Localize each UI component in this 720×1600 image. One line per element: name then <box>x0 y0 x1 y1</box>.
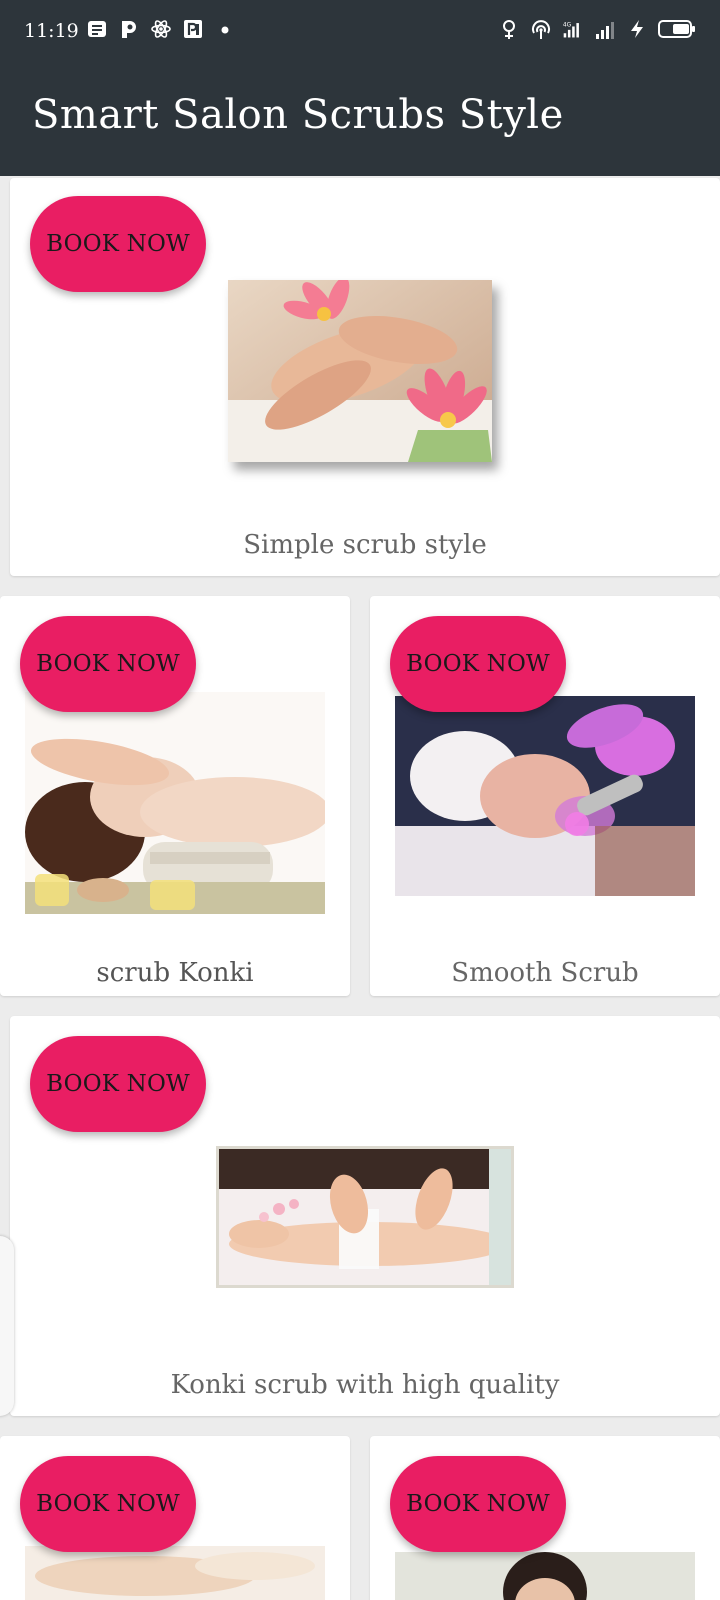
dot-icon <box>221 26 229 34</box>
card-title: Simple scrub style <box>243 530 487 560</box>
service-card[interactable]: BOOK NOW Konki scrub with high quality <box>10 1016 720 1416</box>
charging-icon <box>631 20 643 38</box>
facial-light-therapy-image <box>395 696 695 896</box>
service-card[interactable]: BOOK NOW scrub Konki <box>0 596 350 996</box>
battery-icon <box>658 20 695 38</box>
back-scrub-image <box>25 1546 325 1600</box>
react-icon <box>151 20 171 38</box>
app-bar: Smart Salon Scrubs Style <box>0 64 720 176</box>
book-now-button[interactable]: BOOK NOW <box>30 196 206 292</box>
service-card[interactable]: BOOK NOW <box>10 178 720 576</box>
status-system-icons: 4G <box>498 18 696 40</box>
book-now-button[interactable]: BOOK NOW <box>390 1456 566 1552</box>
leg-wax-image <box>216 1146 514 1288</box>
service-card[interactable]: BOOK NOW Smooth Scrub <box>370 596 720 996</box>
card-title: Smooth Scrub <box>451 958 639 988</box>
status-time: 11:19 <box>24 20 79 42</box>
hotspot-icon <box>532 20 550 39</box>
location-icon <box>503 20 515 39</box>
foot-massage-lotus-image <box>228 280 492 462</box>
signal-icon <box>596 22 614 39</box>
notes-icon <box>88 21 106 37</box>
paytm-icon <box>122 21 136 38</box>
edge-panel-handle[interactable] <box>0 1236 14 1416</box>
woman-portrait-image <box>395 1552 695 1600</box>
service-card[interactable]: BOOK NOW <box>0 1436 350 1600</box>
svg-text:4G: 4G <box>563 22 572 28</box>
card-title: Konki scrub with high quality <box>170 1370 560 1400</box>
app-title: Smart Salon Scrubs Style <box>32 92 564 138</box>
face-massage-towels-image <box>25 692 325 914</box>
book-now-button[interactable]: BOOK NOW <box>20 1456 196 1552</box>
card-title: scrub Konki <box>96 958 254 988</box>
status-bar: 11:19 4G <box>0 0 720 64</box>
book-now-button[interactable]: BOOK NOW <box>390 616 566 712</box>
signal-icon: 4G <box>563 22 579 38</box>
book-now-button[interactable]: BOOK NOW <box>30 1036 206 1132</box>
service-card[interactable]: BOOK NOW <box>370 1436 720 1600</box>
book-now-button[interactable]: BOOK NOW <box>20 616 196 712</box>
status-notification-icons <box>86 18 236 40</box>
parking-icon <box>184 20 202 38</box>
